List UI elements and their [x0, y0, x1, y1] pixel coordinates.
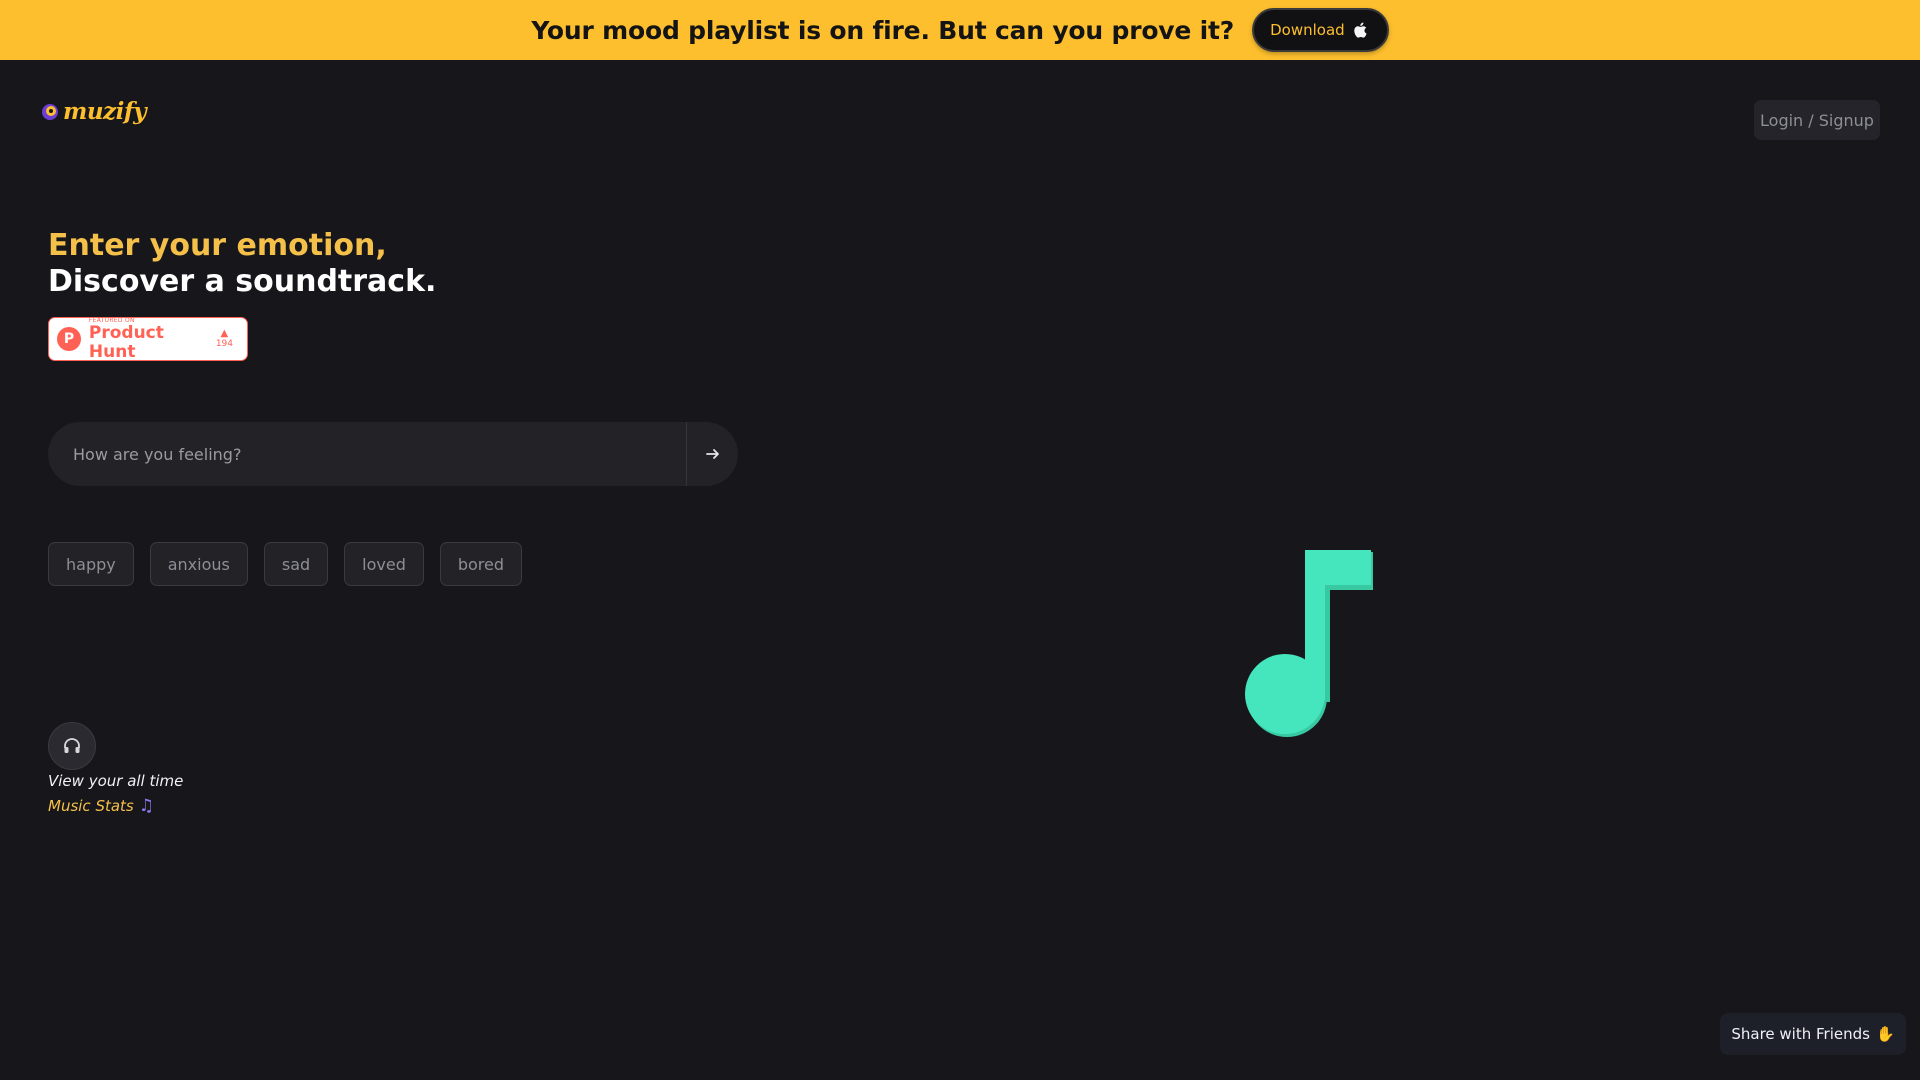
logo-mark-icon: [42, 103, 58, 120]
music-stats-link[interactable]: Music Stats ♫: [48, 796, 154, 816]
download-label: Download: [1270, 21, 1345, 39]
product-hunt-logo-icon: P: [57, 327, 81, 351]
apple-icon: [1353, 22, 1367, 38]
music-stats-button[interactable]: [48, 722, 96, 770]
hero-headline: Enter your emotion, Discover a soundtrac…: [48, 228, 436, 300]
product-hunt-votes: 194: [215, 339, 233, 349]
muzify-logo[interactable]: muzify: [40, 98, 147, 125]
share-with-friends-button[interactable]: Share with Friends ✋: [1720, 1013, 1906, 1055]
mood-chip-happy[interactable]: happy: [48, 542, 134, 586]
emotion-search: [48, 422, 738, 486]
mood-chip-loved[interactable]: loved: [344, 542, 424, 586]
download-button[interactable]: Download: [1252, 8, 1389, 52]
login-signup-button[interactable]: Login / Signup: [1754, 100, 1880, 140]
product-hunt-badge[interactable]: P FEATURED ON Product Hunt ▲ 194: [48, 317, 248, 361]
music-note-illustration-icon: [1245, 550, 1373, 737]
music-stats-label: Music Stats: [48, 797, 134, 815]
hero-line-2: Discover a soundtrack.: [48, 264, 437, 299]
mood-chip-bored[interactable]: bored: [439, 542, 523, 586]
logo-text: muzify: [63, 98, 147, 125]
music-note-icon: ♫: [138, 796, 154, 816]
product-hunt-name: Product Hunt: [88, 322, 164, 362]
waving-hand-icon: ✋: [1875, 1025, 1895, 1043]
emotion-input[interactable]: [48, 422, 686, 486]
mood-chips: happy anxious sad loved bored: [48, 542, 523, 586]
banner-text: Your mood playlist is on fire. But can y…: [531, 15, 1235, 45]
headphones-icon: [64, 738, 80, 753]
arrow-right-icon: [705, 449, 719, 459]
promo-banner: Your mood playlist is on fire. But can y…: [0, 0, 1920, 60]
mood-chip-sad[interactable]: sad: [263, 542, 329, 586]
share-label: Share with Friends: [1731, 1025, 1870, 1043]
hero-line-1: Enter your emotion,: [48, 228, 387, 263]
stats-caption: View your all time: [48, 772, 184, 790]
upvote-arrow-icon: ▲: [220, 328, 229, 339]
submit-button[interactable]: [686, 422, 738, 486]
mood-chip-anxious[interactable]: anxious: [149, 542, 248, 586]
